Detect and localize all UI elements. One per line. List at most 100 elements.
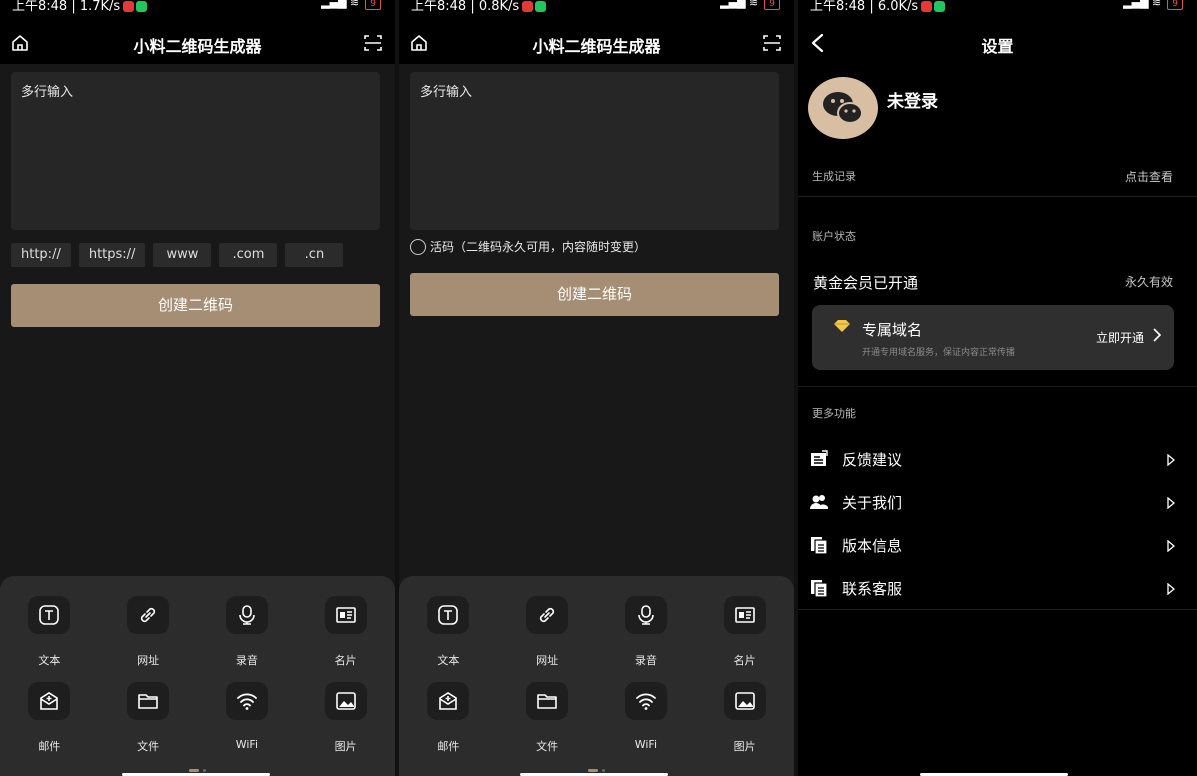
type-grid: 文本 网址 录音 名片 邮件 文件 WiFi 图片: [399, 596, 794, 754]
status-bar: 上午8:48 | 0.8K/s ▂▄▆ ≋ 9: [399, 0, 794, 22]
type-label: 名片: [334, 654, 357, 667]
chip-https[interactable]: https://: [78, 243, 146, 267]
domain-subtitle: 开通专用域名服务，保证内容正常传播: [862, 348, 1016, 358]
menu-item-feedback[interactable]: 反馈建议: [798, 438, 1197, 481]
wechat-indicator-icon: [535, 1, 547, 12]
type-label: 图片: [334, 740, 357, 753]
radio-icon[interactable]: [410, 238, 426, 255]
type-label: WiFi: [235, 738, 259, 751]
type-label: WiFi: [634, 738, 658, 751]
membership-validity: 永久有效: [1124, 275, 1173, 289]
document-icon: [811, 537, 828, 554]
wechat-indicator-icon: [136, 1, 148, 12]
wechat-indicator-icon: [934, 1, 946, 12]
microphone-icon: [638, 605, 654, 625]
image-icon: [734, 692, 755, 710]
type-file[interactable]: 文件: [99, 682, 198, 754]
generator-screen-url: 上午8:48 | 1.7K/s ▂▄▆ ≋ 9 小料二维码生成器 多行输入 htt…: [0, 0, 395, 776]
mail-icon: [40, 692, 59, 710]
login-status[interactable]: 未登录: [887, 87, 938, 112]
status-bar: 上午8:48 | 1.7K/s ▂▄▆ ≋ 9: [0, 0, 395, 22]
record-indicator-icon: [522, 1, 534, 12]
mail-icon: [439, 692, 458, 710]
chevron-right-icon: [1153, 328, 1162, 342]
top-bar: 设置: [798, 22, 1197, 64]
content-textarea[interactable]: 多行输入: [410, 72, 779, 230]
record-indicator-icon: [123, 1, 135, 12]
status-time: 上午8:48 | 1.7K/s: [12, 0, 121, 14]
page-title: 小料二维码生成器: [532, 37, 661, 56]
menu-item-contact[interactable]: 联系客服: [798, 567, 1197, 610]
scan-icon[interactable]: [762, 33, 782, 53]
menu-label: 反馈建议: [842, 451, 903, 469]
generator-screen-text: 上午8:48 | 0.8K/s ▂▄▆ ≋ 9 小料二维码生成器 多行输入 活码（…: [399, 0, 794, 776]
type-label: 录音: [634, 654, 657, 667]
type-label: 文件: [137, 740, 160, 753]
live-code-label: 活码（二维码永久可用，内容随时变更）: [430, 240, 647, 254]
top-bar: 小料二维码生成器: [0, 22, 395, 64]
folder-icon: [138, 694, 158, 709]
type-image[interactable]: 图片: [695, 682, 794, 754]
url-prefix-chips: http:// https:// www .com .cn: [11, 243, 344, 267]
link-icon: [141, 607, 156, 623]
account-section-title: 账户状态: [812, 230, 856, 243]
create-qr-button[interactable]: 创建二维码: [410, 273, 779, 316]
activate-domain-button[interactable]: 立即开通: [1096, 329, 1144, 346]
type-mail[interactable]: 邮件: [0, 682, 99, 754]
type-label: 网址: [137, 654, 160, 667]
menu-item-about[interactable]: 关于我们: [798, 481, 1197, 524]
page-title: 设置: [981, 37, 1014, 56]
type-wifi[interactable]: WiFi: [597, 682, 696, 754]
status-time: 上午8:48 | 6.0K/s: [810, 0, 919, 14]
status-icons: ▂▄▆ ≋ 9: [1123, 0, 1183, 10]
document-icon: [811, 580, 828, 597]
live-code-option[interactable]: 活码（二维码永久可用，内容随时变更）: [410, 238, 646, 255]
exclusive-domain-card[interactable]: 专属域名 开通专用域名服务，保证内容正常传播 立即开通: [812, 305, 1174, 370]
business-card-icon: [335, 607, 356, 623]
chip-http[interactable]: http://: [11, 243, 71, 267]
type-wifi[interactable]: WiFi: [198, 682, 297, 754]
top-bar: 小料二维码生成器: [399, 22, 794, 64]
type-image[interactable]: 图片: [296, 682, 395, 754]
type-label: 文件: [536, 740, 559, 753]
create-qr-button[interactable]: 创建二维码: [11, 284, 380, 327]
battery-icon: 9: [365, 0, 381, 10]
diamond-icon: [834, 320, 850, 332]
chip-com[interactable]: .com: [219, 243, 278, 267]
wechat-logo-icon: [823, 92, 863, 124]
type-label: 文本: [38, 654, 61, 667]
type-url[interactable]: 网址: [498, 596, 597, 668]
feedback-icon: [811, 450, 828, 466]
type-card[interactable]: 名片: [296, 596, 395, 668]
history-view-link[interactable]: 点击查看: [1125, 168, 1173, 185]
chip-cn[interactable]: .cn: [285, 243, 344, 267]
type-audio[interactable]: 录音: [198, 596, 297, 668]
settings-screen: 上午8:48 | 6.0K/s ▂▄▆ ≋ 9 设置 未登录 生成记录 点击查看 …: [798, 0, 1197, 776]
menu-item-version[interactable]: 版本信息: [798, 524, 1197, 567]
type-label: 邮件: [437, 740, 460, 753]
scan-icon[interactable]: [363, 33, 383, 53]
type-audio[interactable]: 录音: [597, 596, 696, 668]
divider: [798, 386, 1197, 387]
chip-www[interactable]: www: [153, 243, 212, 267]
type-file[interactable]: 文件: [498, 682, 597, 754]
type-label: 名片: [733, 654, 756, 667]
divider: [798, 609, 1197, 610]
type-text[interactable]: 文本: [0, 596, 99, 668]
more-section-title: 更多功能: [812, 407, 856, 420]
type-label: 图片: [733, 740, 756, 753]
menu-label: 联系客服: [842, 580, 903, 598]
type-card[interactable]: 名片: [695, 596, 794, 668]
content-textarea[interactable]: 多行输入: [11, 72, 380, 230]
type-url[interactable]: 网址: [99, 596, 198, 668]
text-icon: [39, 605, 60, 625]
type-text[interactable]: 文本: [399, 596, 498, 668]
users-icon: [810, 495, 828, 509]
folder-icon: [537, 694, 557, 709]
type-mail[interactable]: 邮件: [399, 682, 498, 754]
membership-status: 黄金会员已开通: [813, 274, 919, 292]
type-panel: 文本 网址 录音 名片 邮件 文件 WiFi 图片: [399, 576, 794, 776]
wifi-icon: [236, 693, 257, 710]
domain-title: 专属域名: [862, 321, 923, 339]
avatar[interactable]: [808, 77, 878, 139]
